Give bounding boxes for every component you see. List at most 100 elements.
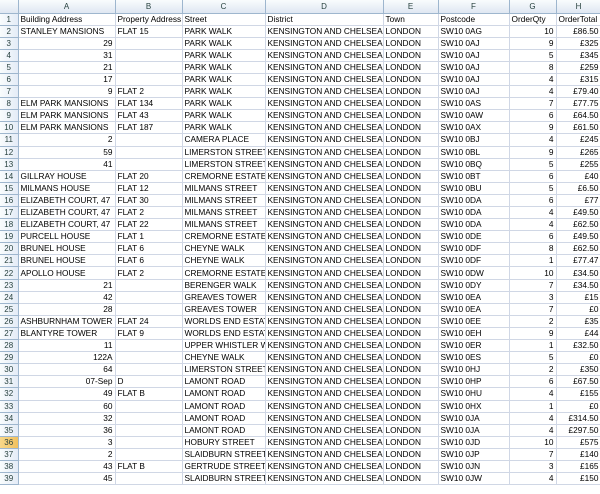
cell[interactable]: FLAT 22	[115, 218, 183, 232]
cell[interactable]: 43	[18, 460, 116, 474]
row-header[interactable]: 5	[0, 61, 19, 74]
cell[interactable]: SW10 0HX	[438, 400, 510, 413]
row-header[interactable]: 28	[0, 339, 19, 353]
row-header[interactable]: 20	[0, 242, 19, 256]
cell[interactable]: LAMONT ROAD	[182, 387, 266, 401]
cell[interactable]: 60	[18, 400, 116, 413]
cell[interactable]: £77.47	[556, 254, 600, 268]
cell[interactable]: Town	[383, 13, 439, 26]
cell[interactable]: KENSINGTON AND CHELSEA	[265, 375, 384, 389]
cell[interactable]: 8	[509, 242, 557, 256]
cell[interactable]: SW10 0JW	[438, 472, 510, 486]
cell[interactable]: Street	[182, 13, 266, 26]
row-header[interactable]: 35	[0, 424, 19, 437]
cell[interactable]: ELM PARK MANSIONS	[18, 109, 116, 123]
cell[interactable]: KENSINGTON AND CHELSEA	[265, 315, 384, 328]
cell[interactable]: LONDON	[383, 291, 439, 304]
cell[interactable]: CHEYNE WALK	[182, 242, 266, 256]
cell[interactable]: SW10 0EE	[438, 315, 510, 328]
cell[interactable]: 7	[509, 303, 557, 316]
row-header[interactable]: 2	[0, 25, 19, 38]
cell[interactable]: KENSINGTON AND CHELSEA	[265, 49, 384, 62]
cell[interactable]: LAMONT ROAD	[182, 424, 266, 437]
cell[interactable]	[115, 436, 183, 449]
cell[interactable]: SW10 0JA	[438, 412, 510, 425]
cell[interactable]: SW10 0BT	[438, 170, 510, 183]
cell[interactable]: LONDON	[383, 375, 439, 389]
cell[interactable]: 21	[18, 279, 116, 292]
cell[interactable]: KENSINGTON AND CHELSEA	[265, 279, 384, 292]
cell[interactable]: LONDON	[383, 315, 439, 328]
cell[interactable]	[115, 146, 183, 159]
cell[interactable]: KENSINGTON AND CHELSEA	[265, 73, 384, 87]
cell[interactable]: 32	[18, 412, 116, 425]
cell[interactable]	[115, 339, 183, 353]
row-header[interactable]: 9	[0, 109, 19, 123]
cell[interactable]: KENSINGTON AND CHELSEA	[265, 400, 384, 413]
cell[interactable]: LONDON	[383, 158, 439, 171]
cell[interactable]: Building Address	[18, 13, 116, 26]
cell[interactable]: BRUNEL HOUSE	[18, 242, 116, 256]
column-header[interactable]: F	[438, 0, 510, 14]
cell[interactable]: CREMORNE ESTATE	[182, 266, 266, 280]
cell[interactable]: 41	[18, 158, 116, 171]
cell[interactable]: LONDON	[383, 412, 439, 425]
cell[interactable]: £77.75	[556, 97, 600, 111]
cell[interactable]: 10	[509, 436, 557, 449]
select-all-corner[interactable]	[0, 0, 19, 14]
cell[interactable]: SW10 0ER	[438, 339, 510, 353]
cell[interactable]: LONDON	[383, 37, 439, 50]
cell[interactable]: KENSINGTON AND CHELSEA	[265, 460, 384, 474]
cell[interactable]: FLAT 6	[115, 242, 183, 256]
cell[interactable]: £350	[556, 363, 600, 377]
cell[interactable]: LIMERSTON STREET	[182, 158, 266, 171]
cell[interactable]: £86.50	[556, 25, 600, 38]
cell[interactable]: ELIZABETH COURT, 47	[18, 206, 116, 220]
cell[interactable]: LONDON	[383, 387, 439, 401]
cell[interactable]: 07-Sep	[18, 375, 116, 389]
cell[interactable]: KENSINGTON AND CHELSEA	[265, 291, 384, 304]
cell[interactable]: LIMERSTON STREET	[182, 363, 266, 377]
cell[interactable]: 64	[18, 363, 116, 377]
row-header[interactable]: 33	[0, 400, 19, 413]
cell[interactable]: £0	[556, 400, 600, 413]
cell[interactable]: SW10 0EA	[438, 303, 510, 316]
cell[interactable]: LONDON	[383, 242, 439, 256]
cell[interactable]: PARK WALK	[182, 61, 266, 74]
cell[interactable]: CHEYNE WALK	[182, 351, 266, 365]
cell[interactable]: KENSINGTON AND CHELSEA	[265, 206, 384, 220]
cell[interactable]: SW10 0DW	[438, 266, 510, 280]
cell[interactable]: £265	[556, 146, 600, 159]
cell[interactable]: 4	[509, 73, 557, 87]
column-header[interactable]: A	[18, 0, 116, 14]
cell[interactable]: SW10 0BU	[438, 182, 510, 195]
cell[interactable]: 4	[509, 424, 557, 437]
cell[interactable]: KENSINGTON AND CHELSEA	[265, 339, 384, 353]
cell[interactable]: FLAT 30	[115, 194, 183, 208]
cell[interactable]: FLAT 43	[115, 109, 183, 123]
cell[interactable]: 9	[509, 37, 557, 50]
cell[interactable]: 49	[18, 387, 116, 401]
cell[interactable]: PARK WALK	[182, 85, 266, 99]
row-header[interactable]: 16	[0, 194, 19, 208]
cell[interactable]: SW10 0JA	[438, 424, 510, 437]
cell[interactable]: ELIZABETH COURT, 47	[18, 218, 116, 232]
cell[interactable]: 8	[509, 61, 557, 74]
cell[interactable]: CREMORNE ESTATE	[182, 230, 266, 244]
cell[interactable]: SW10 0DF	[438, 254, 510, 268]
row-header[interactable]: 39	[0, 472, 19, 486]
row-header[interactable]: 37	[0, 448, 19, 461]
cell[interactable]: SW10 0ES	[438, 351, 510, 365]
cell[interactable]: LAMONT ROAD	[182, 400, 266, 413]
cell[interactable]: 36	[18, 424, 116, 437]
cell[interactable]: SW10 0DA	[438, 206, 510, 220]
cell[interactable]: 4	[509, 85, 557, 99]
cell[interactable]	[115, 400, 183, 413]
cell[interactable]: SW10 0DE	[438, 230, 510, 244]
cell[interactable]: £165	[556, 460, 600, 474]
cell[interactable]: LONDON	[383, 49, 439, 62]
cell[interactable]: £62.50	[556, 218, 600, 232]
cell[interactable]: 10	[509, 25, 557, 38]
cell[interactable]: 29	[18, 37, 116, 50]
column-header[interactable]: E	[383, 0, 439, 14]
